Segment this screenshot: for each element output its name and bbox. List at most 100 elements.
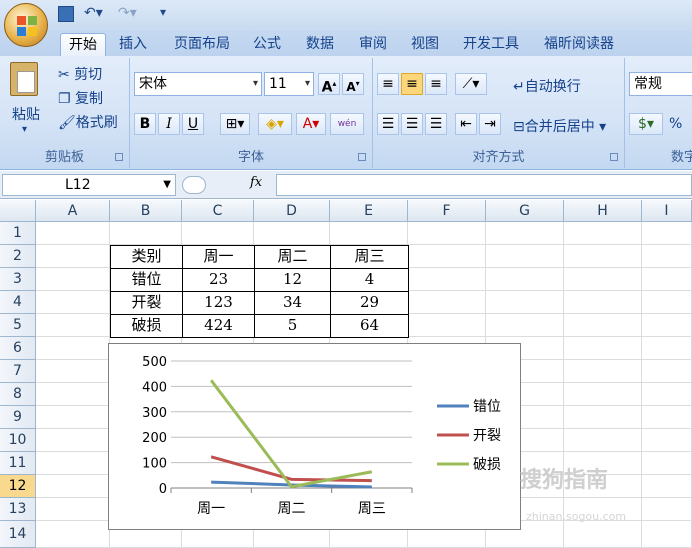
tab-3[interactable]: 公式 (246, 33, 288, 56)
row-header-1[interactable]: 1 (0, 222, 36, 245)
align-center-icon[interactable]: ☰ (401, 113, 423, 135)
table-cell[interactable]: 29 (330, 291, 409, 315)
name-box-dropdown-icon[interactable]: ▼ (163, 175, 171, 195)
number-format-select[interactable]: 常规 (629, 72, 692, 96)
row-header-11[interactable]: 11 (0, 452, 36, 475)
formula-divider-handle[interactable] (182, 176, 206, 194)
border-icon[interactable]: ⊞▾ (220, 113, 250, 135)
table-cell[interactable]: 错位 (110, 268, 183, 292)
align-bottom-icon[interactable]: ≡ (425, 73, 447, 95)
decrease-indent-icon[interactable]: ⇤ (455, 113, 477, 135)
save-icon[interactable] (58, 6, 74, 22)
tab-1[interactable]: 插入 (112, 33, 154, 56)
row-header-4[interactable]: 4 (0, 291, 36, 314)
undo-icon[interactable]: ↶▾ (84, 5, 103, 25)
watermark-url: zhinan.sogou.com (526, 510, 627, 523)
align-right-icon[interactable]: ☰ (425, 113, 447, 135)
table-header-cell[interactable]: 周二 (254, 245, 331, 269)
row-header-14[interactable]: 14 (0, 521, 36, 548)
copy-button[interactable]: ❐ 复制 (58, 88, 103, 108)
table-cell[interactable]: 34 (254, 291, 331, 315)
table-cell[interactable]: 424 (182, 314, 255, 338)
column-header-A[interactable]: A (36, 200, 110, 222)
table-cell[interactable]: 破损 (110, 314, 183, 338)
currency-icon[interactable]: $▾ (629, 113, 663, 135)
select-all-corner[interactable] (0, 200, 36, 222)
underline-button[interactable]: U (182, 113, 204, 135)
percent-button[interactable]: % (669, 116, 682, 132)
italic-button[interactable]: I (158, 113, 180, 135)
row-header-5[interactable]: 5 (0, 314, 36, 337)
column-header-E[interactable]: E (330, 200, 408, 222)
row-header-9[interactable]: 9 (0, 406, 36, 429)
paste-button[interactable]: 粘贴 (12, 104, 40, 124)
row-header-8[interactable]: 8 (0, 383, 36, 406)
merge-center-button[interactable]: ⊟合并后居中 ▾ (513, 116, 606, 136)
column-header-H[interactable]: H (564, 200, 642, 222)
name-box[interactable]: L12 ▼ (2, 174, 176, 196)
bold-button[interactable]: B (134, 113, 156, 135)
clipboard-launcher-icon[interactable] (115, 153, 123, 161)
wrap-text-button[interactable]: ↵自动换行 (513, 76, 581, 96)
table-cell[interactable]: 12 (254, 268, 331, 292)
row-header-2[interactable]: 2 (0, 245, 36, 268)
line-chart[interactable]: 0 100 200 300 400 500 周一 周二 周三 错位 开裂 破损 (108, 343, 521, 530)
shrink-font-icon[interactable]: A▾ (342, 73, 364, 95)
align-middle-icon[interactable]: ≡ (401, 73, 423, 95)
alignment-launcher-icon[interactable] (610, 153, 618, 161)
redo-icon[interactable]: ↷▾ (118, 5, 137, 25)
row-header-3[interactable]: 3 (0, 268, 36, 291)
table-header-cell[interactable]: 类别 (110, 245, 183, 269)
row-header-6[interactable]: 6 (0, 337, 36, 360)
table-cell[interactable]: 开裂 (110, 291, 183, 315)
office-button[interactable] (4, 3, 48, 47)
font-launcher-icon[interactable] (358, 153, 366, 161)
row-header-13[interactable]: 13 (0, 498, 36, 521)
orientation-icon[interactable]: ⟋▾ (455, 73, 487, 95)
column-header-C[interactable]: C (182, 200, 254, 222)
legend-label-0: 错位 (473, 399, 501, 415)
fx-icon[interactable]: fx (250, 175, 262, 190)
formula-input[interactable] (276, 174, 692, 196)
column-header-G[interactable]: G (486, 200, 564, 222)
cut-button[interactable]: ✂ 剪切 (58, 64, 102, 84)
tab-0[interactable]: 开始 (60, 33, 106, 56)
paste-icon[interactable] (10, 62, 38, 96)
tab-8[interactable]: 福昕阅读器 (536, 33, 622, 56)
format-painter-button[interactable]: 🖌格式刷 (58, 112, 118, 132)
table-cell[interactable]: 64 (330, 314, 409, 338)
customize-qat-icon[interactable]: ▾ (160, 5, 166, 25)
increase-indent-icon[interactable]: ⇥ (479, 113, 501, 135)
tab-5[interactable]: 审阅 (352, 33, 394, 56)
column-header-B[interactable]: B (110, 200, 182, 222)
align-top-icon[interactable]: ≡ (377, 73, 399, 95)
table-header-cell[interactable]: 周三 (330, 245, 409, 269)
series-line-2 (209, 379, 373, 489)
y-tick-label: 400 (142, 380, 167, 395)
table-cell[interactable]: 4 (330, 268, 409, 292)
table-cell[interactable]: 5 (254, 314, 331, 338)
tab-7[interactable]: 开发工具 (456, 33, 526, 56)
paste-dropdown-icon[interactable]: ▾ (22, 124, 27, 135)
row-header-12[interactable]: 12 (0, 475, 36, 498)
tab-6[interactable]: 视图 (404, 33, 446, 56)
tab-4[interactable]: 数据 (298, 33, 342, 56)
font-color-icon[interactable]: A▾ (296, 113, 326, 135)
y-tick-label: 0 (159, 482, 167, 497)
column-header-D[interactable]: D (254, 200, 330, 222)
tab-2[interactable]: 页面布局 (166, 33, 238, 56)
row-header-7[interactable]: 7 (0, 360, 36, 383)
grow-font-icon[interactable]: A▴ (318, 73, 340, 96)
name-box-value: L12 (65, 177, 91, 193)
align-left-icon[interactable]: ☰ (377, 113, 399, 135)
fill-color-icon[interactable]: ◈▾ (258, 113, 292, 135)
phonetic-icon[interactable]: wén (330, 113, 364, 135)
table-cell[interactable]: 23 (182, 268, 255, 292)
table-header-cell[interactable]: 周一 (182, 245, 255, 269)
row-header-10[interactable]: 10 (0, 429, 36, 452)
font-name-select[interactable]: 宋体 ▾ (134, 72, 262, 96)
font-size-select[interactable]: 11 ▾ (264, 72, 314, 96)
column-header-I[interactable]: I (642, 200, 692, 222)
column-header-F[interactable]: F (408, 200, 486, 222)
table-cell[interactable]: 123 (182, 291, 255, 315)
